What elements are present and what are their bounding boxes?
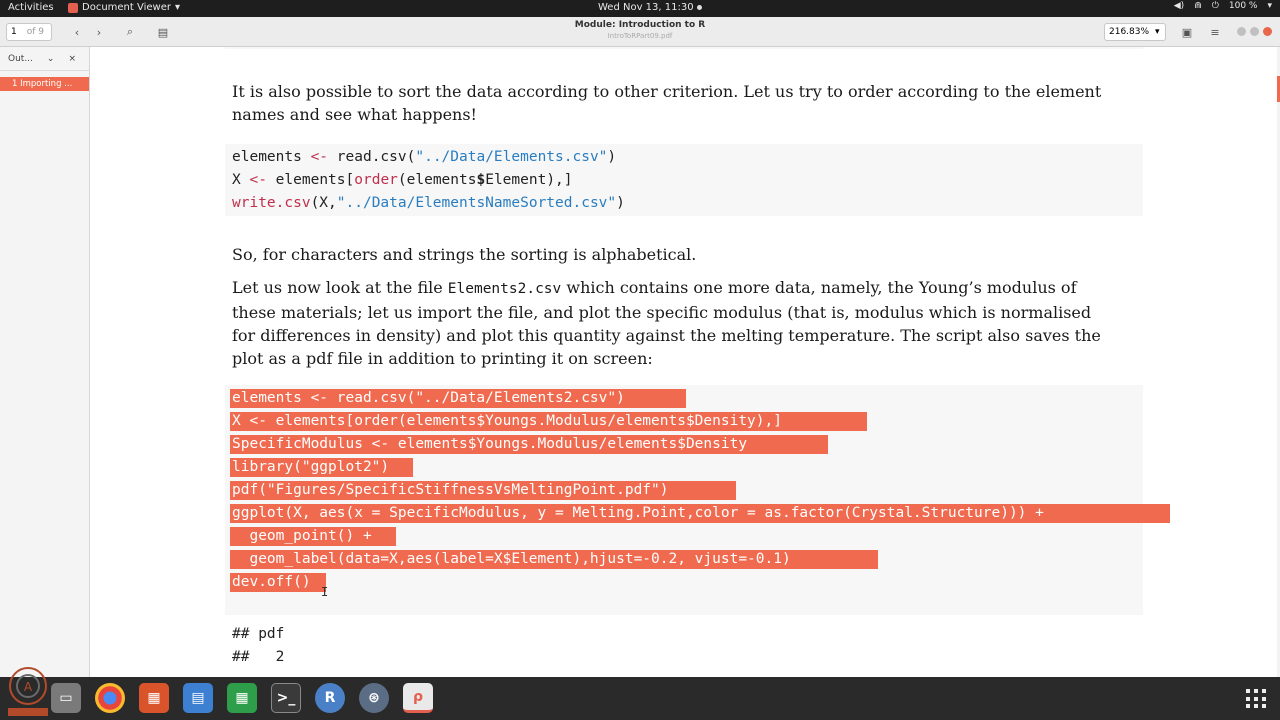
code-line-selected: geom_point() +	[232, 528, 372, 544]
text-line: names and see what happens!	[232, 105, 477, 124]
close-icon[interactable]: ×	[68, 54, 76, 64]
writer-icon[interactable]: ▤	[183, 683, 213, 713]
document-page[interactable]: It is also possible to sort the data acc…	[91, 47, 1277, 677]
code-line-selected: pdf("Figures/SpecificStiffnessVsMeltingP…	[232, 482, 669, 498]
code-line: X <- elements[order(elements$Element),]	[232, 172, 573, 188]
text-line: for differences in density) and plot thi…	[232, 326, 1101, 345]
chevron-down-icon: ▾	[1267, 1, 1272, 11]
svg-text:A: A	[24, 680, 33, 694]
minimize-button[interactable]	[1237, 27, 1246, 36]
paragraph: Let us now look at the file Elements2.cs…	[232, 276, 1162, 370]
r-icon[interactable]: R	[315, 683, 345, 713]
presentation-icon[interactable]: ▦	[139, 683, 169, 713]
previous-code-box	[225, 47, 1143, 49]
paragraph: It is also possible to sort the data acc…	[232, 80, 1162, 126]
output-line: ## 2	[232, 649, 285, 665]
volume-icon: ◀)	[1173, 1, 1185, 11]
chevron-down-icon: ▾	[174, 2, 181, 13]
text-line: plot as a pdf file in addition to printi…	[232, 349, 653, 368]
text-line: It is also possible to sort the data acc…	[232, 82, 1102, 101]
top-bar: Activities Document Viewer ▾ Wed Nov 13,…	[0, 0, 1280, 17]
document-viewer-icon	[68, 2, 78, 13]
code-text: elements <- read.csv("../Data/Elements.c…	[232, 146, 625, 215]
chevron-down-icon: ▾	[1155, 27, 1160, 37]
rstudio-icon[interactable]: ⊛	[359, 683, 389, 713]
app-menu[interactable]: Document Viewer ▾	[68, 2, 180, 13]
dock: ▭ ▦ ▤ ▦ >_ R ⊛ ρ	[0, 677, 1280, 720]
header-bar: 1 of 9 ‹ › ⌕ ▤ Module: Introduction to R…	[0, 17, 1280, 47]
paragraph: So, for characters and strings the sorti…	[232, 245, 697, 264]
activities-button[interactable]: Activities	[8, 2, 54, 13]
close-button[interactable]	[1263, 27, 1272, 36]
chevron-down-icon[interactable]: ⌄	[47, 54, 55, 64]
zoom-select[interactable]: 216.83% ▾	[1104, 23, 1166, 41]
window-controls	[1237, 27, 1272, 36]
terminal-icon[interactable]: >_	[271, 683, 301, 713]
hamburger-menu-icon[interactable]: ≡	[1206, 23, 1224, 41]
code-line-selected: dev.off()	[232, 574, 311, 590]
power-icon: ⏻	[1211, 1, 1219, 11]
outline-sidebar: Out... ⌄ × 1 Importing ...	[0, 47, 90, 677]
code-line: elements <- read.csv("../Data/Elements.c…	[232, 149, 617, 165]
spreadsheet-icon[interactable]: ▦	[227, 683, 257, 713]
code-line-selected: library("ggplot2")	[232, 459, 390, 475]
code-line-selected: SpecificModulus <- elements$Youngs.Modul…	[232, 436, 748, 452]
window-subtitle: IntroToRPart09.pdf	[607, 32, 673, 40]
clock[interactable]: Wed Nov 13, 11:30	[598, 2, 702, 13]
clock-text: Wed Nov 13, 11:30	[598, 2, 694, 13]
file-manager-icon[interactable]: ▭	[51, 683, 81, 713]
outline-item[interactable]: 1 Importing ...	[0, 77, 89, 91]
nptel-logo-icon: A	[8, 667, 48, 716]
code-line-selected: elements <- read.csv("../Data/Elements2.…	[232, 390, 625, 406]
zoom-value: 216.83%	[1109, 27, 1150, 37]
code-line-selected: geom_label(data=X,aes(label=X$Element),h…	[232, 551, 791, 567]
network-icon: ⋒	[1194, 1, 1202, 11]
text-line: these materials; let us import the file,…	[232, 303, 1092, 322]
code-line: write.csv(X,"../Data/ElementsNameSorted.…	[232, 195, 625, 211]
pdf-glyph-icon: ρ	[412, 688, 424, 705]
code-line-selected: X <- elements[order(elements$Youngs.Modu…	[232, 413, 782, 429]
outline-item-label: 1 Importing ...	[12, 79, 73, 89]
r-icon-label: R	[324, 690, 336, 706]
text-line: Let us now look at the file Elements2.cs…	[232, 278, 1077, 297]
sidebar-header: Out... ⌄ ×	[0, 47, 89, 71]
app-name: Document Viewer	[82, 2, 171, 13]
chrome-icon[interactable]	[95, 683, 125, 713]
notification-dot-icon	[696, 4, 702, 10]
document-viewer-icon[interactable]: ρ	[403, 683, 433, 713]
code-line-selected: ggplot(X, aes(x = SpecificModulus, y = M…	[232, 505, 1044, 521]
battery-text: 100 %	[1228, 1, 1258, 11]
output-line: ## pdf	[232, 626, 285, 642]
show-applications-icon[interactable]	[1246, 689, 1268, 709]
sidebar-view-dropdown[interactable]: Out...	[8, 54, 33, 64]
annotations-icon[interactable]: ▣	[1178, 23, 1196, 41]
text-cursor-icon: I	[321, 585, 329, 599]
inline-code: Elements2.csv	[447, 281, 562, 297]
maximize-button[interactable]	[1250, 27, 1259, 36]
window-title: Module: Introduction to R	[574, 20, 706, 30]
system-tray[interactable]: ◀) ⋒ ⏻ 100 % ▾	[1174, 1, 1272, 11]
